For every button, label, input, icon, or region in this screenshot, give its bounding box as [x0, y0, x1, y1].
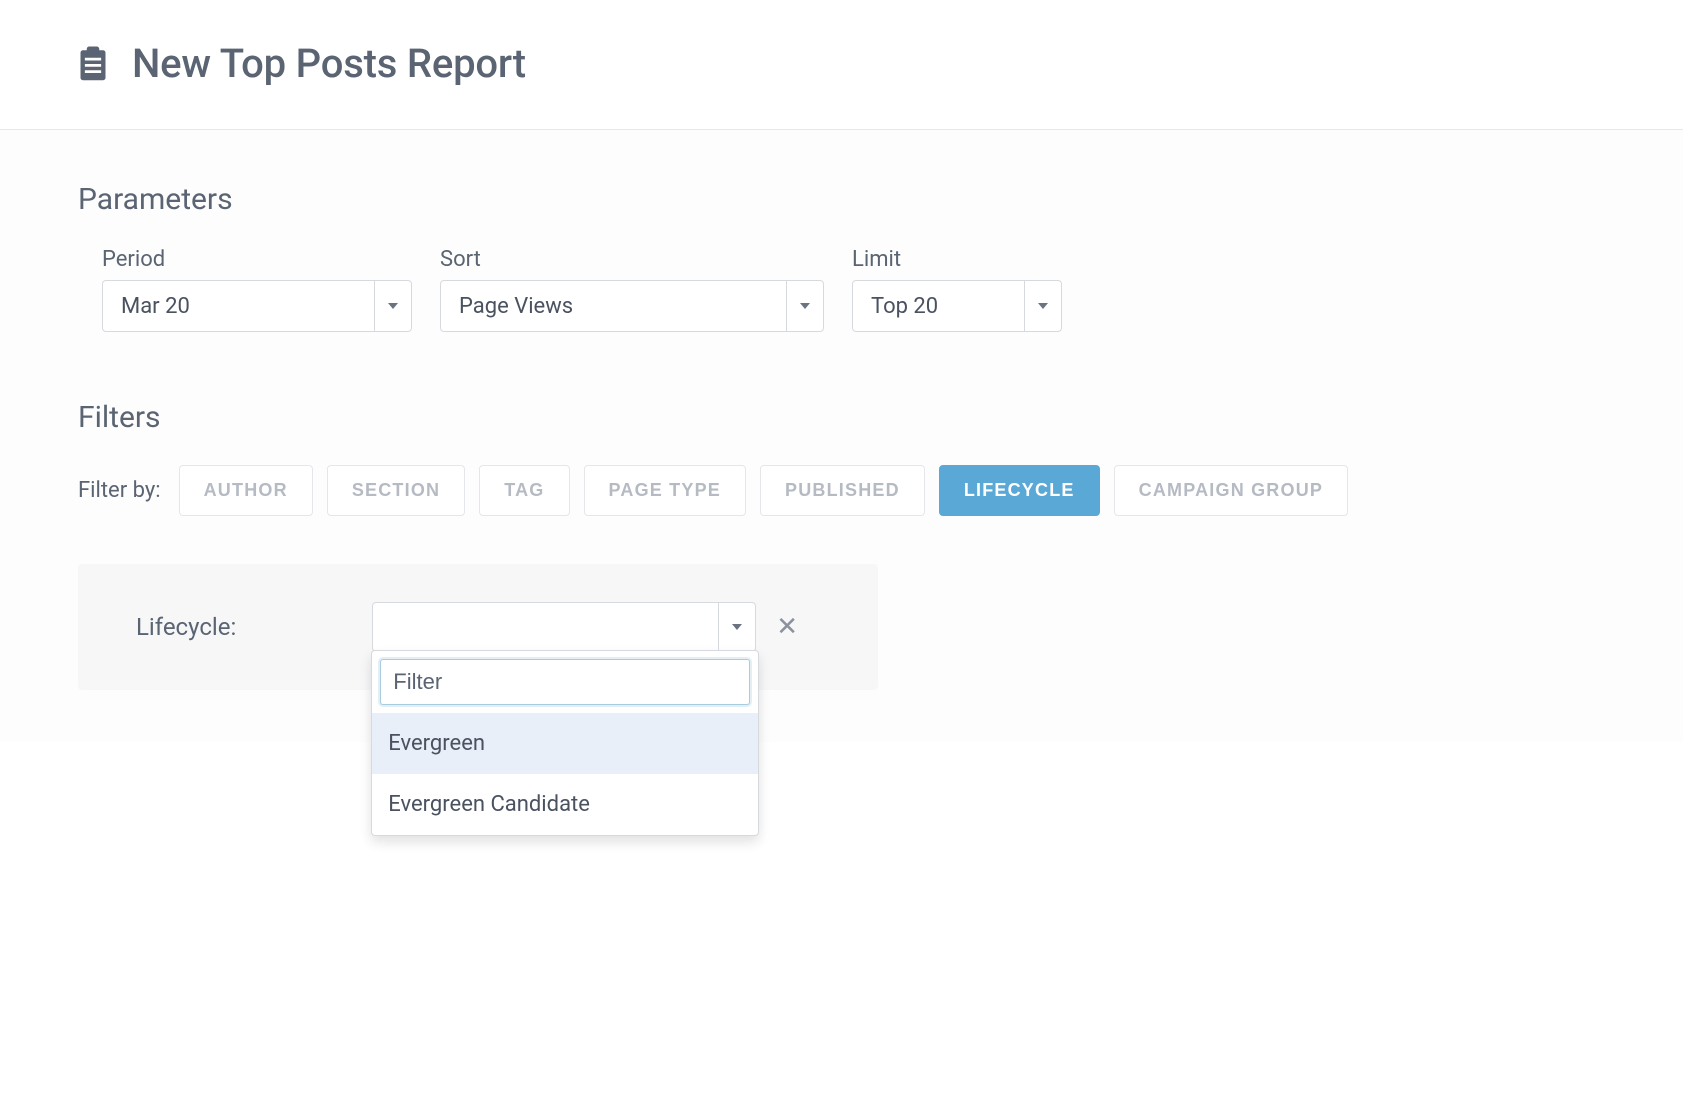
- clipboard-icon: [78, 46, 108, 82]
- filter-by-label: Filter by:: [78, 478, 161, 503]
- filters-heading: Filters: [78, 400, 1605, 435]
- filter-by-row: Filter by: AUTHOR SECTION TAG PAGE TYPE …: [78, 465, 1605, 516]
- lifecycle-dropdown: Evergreen Evergreen Candidate: [371, 650, 759, 836]
- close-icon[interactable]: ✕: [776, 614, 798, 640]
- filter-tab-page-type[interactable]: PAGE TYPE: [584, 465, 747, 516]
- period-group: Period Mar 20: [102, 247, 412, 332]
- period-select[interactable]: Mar 20: [102, 280, 412, 332]
- lifecycle-filter-panel: Lifecycle: Evergreen Evergreen Cand: [78, 564, 878, 690]
- parameters-heading: Parameters: [78, 182, 1605, 217]
- dropdown-option-evergreen[interactable]: Evergreen: [372, 713, 758, 774]
- lifecycle-panel-label: Lifecycle:: [136, 613, 236, 641]
- limit-value: Top 20: [853, 281, 1025, 331]
- page-title: New Top Posts Report: [132, 40, 526, 87]
- caret-down-icon: [719, 603, 755, 651]
- caret-down-icon: [787, 281, 823, 331]
- sort-label: Sort: [440, 247, 824, 272]
- filter-tab-lifecycle[interactable]: LIFECYCLE: [939, 465, 1100, 516]
- filter-tab-published[interactable]: PUBLISHED: [760, 465, 925, 516]
- dropdown-filter-input[interactable]: [380, 659, 750, 705]
- filter-tab-tag[interactable]: TAG: [479, 465, 569, 516]
- caret-down-icon: [375, 281, 411, 331]
- limit-group: Limit Top 20: [852, 247, 1062, 332]
- sort-select[interactable]: Page Views: [440, 280, 824, 332]
- period-value: Mar 20: [103, 281, 375, 331]
- parameters-row: Period Mar 20 Sort Page Views Limit Top …: [78, 247, 1605, 332]
- sort-group: Sort Page Views: [440, 247, 824, 332]
- lifecycle-select[interactable]: [372, 602, 756, 652]
- sort-value: Page Views: [441, 281, 787, 331]
- filter-tab-section[interactable]: SECTION: [327, 465, 465, 516]
- caret-down-icon: [1025, 281, 1061, 331]
- dropdown-option-evergreen-candidate[interactable]: Evergreen Candidate: [372, 774, 758, 835]
- period-label: Period: [102, 247, 412, 272]
- filter-tab-author[interactable]: AUTHOR: [179, 465, 313, 516]
- filter-tab-campaign-group[interactable]: CAMPAIGN GROUP: [1114, 465, 1348, 516]
- lifecycle-value: [373, 603, 719, 651]
- page-header: New Top Posts Report: [0, 0, 1683, 130]
- limit-select[interactable]: Top 20: [852, 280, 1062, 332]
- limit-label: Limit: [852, 247, 1062, 272]
